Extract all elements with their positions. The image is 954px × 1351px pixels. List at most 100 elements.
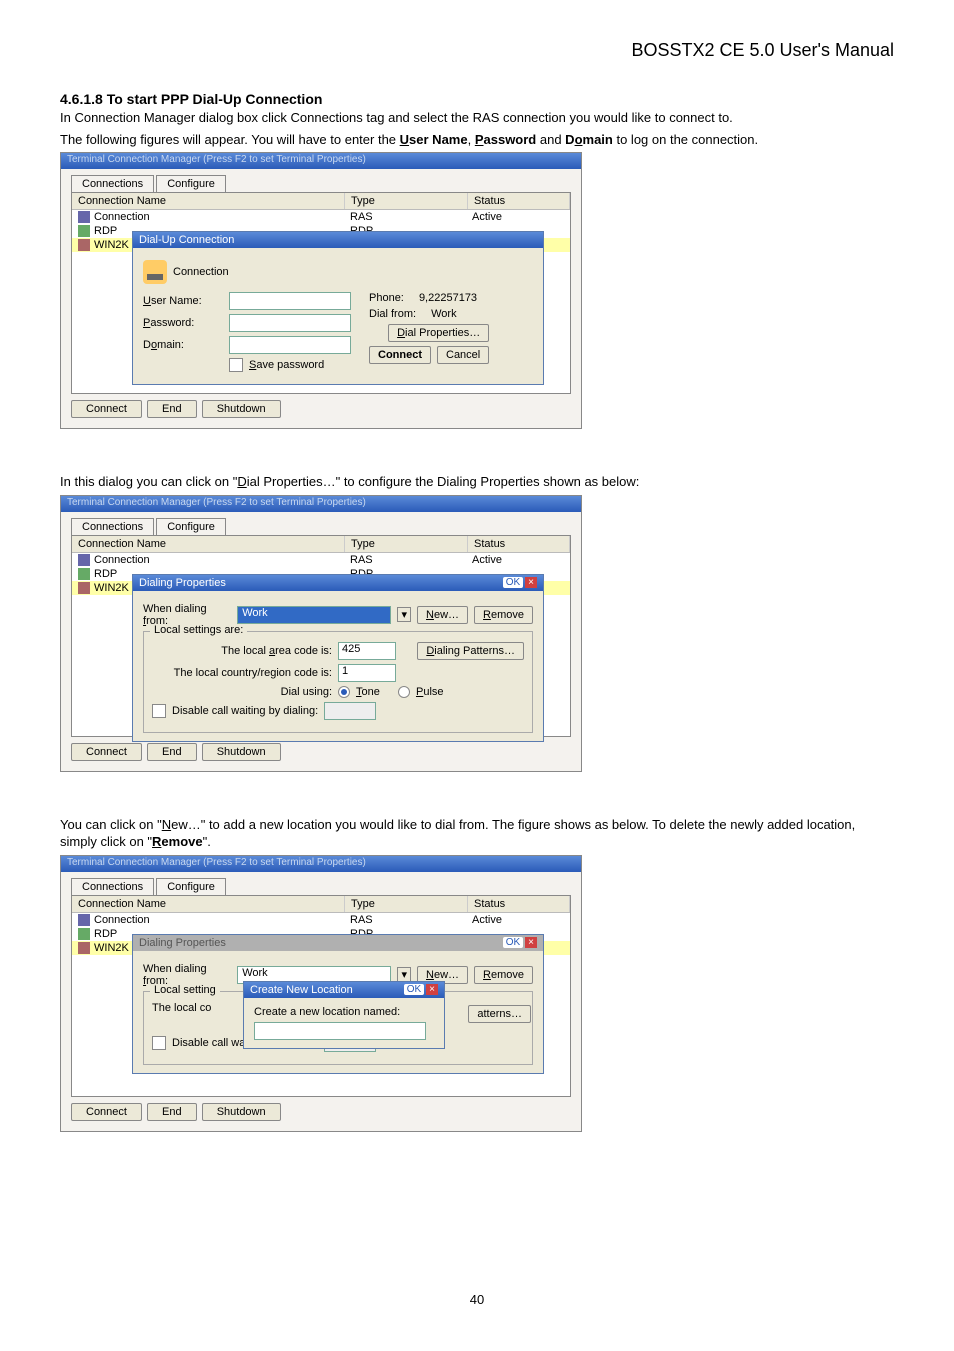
disable-cw-input[interactable] [324, 702, 376, 720]
new-button[interactable]: New… [417, 606, 468, 624]
col-status: Status [468, 896, 570, 912]
page-number: 40 [60, 1292, 894, 1307]
new-location-title: Create New Location OK× [244, 982, 444, 998]
local-settings-legend: Local setting [150, 984, 220, 996]
username-input[interactable] [229, 292, 351, 310]
connection-icon [78, 225, 90, 237]
connection-icon [78, 211, 90, 223]
ok-button[interactable]: OK [503, 937, 523, 948]
domain-label: Domain: [143, 339, 223, 351]
dialfrom-value: Work [431, 308, 456, 320]
dial-using-label: Dial using: [152, 686, 332, 698]
tab-configure[interactable]: Configure [156, 518, 226, 535]
shutdown-button[interactable]: Shutdown [202, 1103, 281, 1121]
country-label-frag: The local co [152, 1002, 222, 1014]
col-type: Type [345, 896, 468, 912]
dialing-properties-dialog: Dialing Properties OK× When dialing from… [132, 574, 544, 742]
tab-connections[interactable]: Connections [71, 518, 154, 535]
paragraph-1b: The following figures will appear. You w… [60, 131, 894, 149]
domain-input[interactable] [229, 336, 351, 354]
tab-configure[interactable]: Configure [156, 878, 226, 895]
close-icon[interactable]: × [525, 937, 537, 948]
col-status: Status [468, 536, 570, 552]
close-icon[interactable]: × [426, 984, 438, 995]
disable-cw-checkbox[interactable] [152, 1036, 166, 1050]
connection-list: Connection Name Type Status ConnectionRA… [71, 535, 571, 737]
titlebar: Terminal Connection Manager (Press F2 to… [61, 496, 581, 512]
save-password-label: Save password [249, 359, 324, 371]
section-heading: 4.6.1.8 To start PPP Dial-Up Connection [60, 91, 894, 107]
tone-radio[interactable] [338, 686, 350, 698]
tab-connections[interactable]: Connections [71, 878, 154, 895]
pulse-radio[interactable] [398, 686, 410, 698]
connection-manager-window-3: Terminal Connection Manager (Press F2 to… [60, 855, 582, 1132]
dialup-dialog: Dial-Up Connection Connection User Name:… [132, 231, 544, 385]
col-type: Type [345, 536, 468, 552]
remove-button[interactable]: Remove [474, 966, 533, 984]
cancel-button[interactable]: Cancel [437, 346, 489, 364]
connection-icon [78, 239, 90, 251]
dialing-properties-dialog: Dialing Properties OK× When dialing from… [132, 934, 544, 1074]
ok-button[interactable]: OK [503, 577, 523, 588]
shutdown-button[interactable]: Shutdown [202, 400, 281, 418]
dialing-patterns-button[interactable]: Dialing Patterns… [417, 642, 524, 660]
tone-label: Tone [356, 686, 380, 698]
end-button[interactable]: End [147, 743, 197, 761]
dialing-properties-title: Dialing Properties OK× [133, 575, 543, 591]
connection-list: Connection Name Type Status ConnectionRA… [71, 895, 571, 1097]
username-label: User Name: [143, 295, 223, 307]
dialing-properties-title: Dialing Properties OK× [133, 935, 543, 951]
page-header: BOSSTX2 CE 5.0 User's Manual [60, 40, 894, 61]
country-code-input[interactable]: 1 [338, 664, 396, 682]
list-row[interactable]: Connection RAS Active [72, 210, 570, 224]
titlebar: Terminal Connection Manager (Press F2 to… [61, 153, 581, 169]
area-code-input[interactable]: 425 [338, 642, 396, 660]
connect-button[interactable]: Connect [71, 743, 142, 761]
connect-button[interactable]: Connect [369, 346, 431, 364]
connect-button[interactable]: Connect [71, 1103, 142, 1121]
area-code-label: The local area code is: [152, 645, 332, 657]
new-location-input[interactable] [254, 1022, 426, 1040]
col-name: Connection Name [72, 536, 345, 552]
col-status: Status [468, 193, 570, 209]
end-button[interactable]: End [147, 400, 197, 418]
dropdown-icon[interactable]: ▾ [397, 607, 411, 622]
dial-properties-button[interactable]: Dial Properties… [388, 324, 489, 342]
col-type: Type [345, 193, 468, 209]
ok-button[interactable]: OK [404, 984, 424, 995]
save-password-checkbox[interactable] [229, 358, 243, 372]
connection-manager-window-1: Terminal Connection Manager (Press F2 to… [60, 152, 582, 429]
end-button[interactable]: End [147, 1103, 197, 1121]
new-location-prompt: Create a new location named: [254, 1006, 434, 1018]
pulse-label: Pulse [416, 686, 444, 698]
location-select[interactable]: Work [237, 606, 391, 624]
connection-list: Connection Name Type Status Connection R… [71, 192, 571, 394]
phone-label: Phone: [369, 292, 404, 304]
tab-connections[interactable]: Connections [71, 175, 154, 192]
shutdown-button[interactable]: Shutdown [202, 743, 281, 761]
patterns-button-frag[interactable]: atterns… [468, 1005, 531, 1023]
connection-label: Connection [173, 266, 229, 278]
col-name: Connection Name [72, 193, 345, 209]
disable-cw-label: Disable call waiting by dialing: [172, 705, 318, 717]
disable-cw-checkbox[interactable] [152, 704, 166, 718]
phone-value: 9,22257173 [419, 292, 477, 304]
connection-manager-window-2: Terminal Connection Manager (Press F2 to… [60, 495, 582, 772]
create-new-location-dialog: Create New Location OK× Create a new loc… [243, 981, 445, 1049]
tab-configure[interactable]: Configure [156, 175, 226, 192]
connect-button[interactable]: Connect [71, 400, 142, 418]
titlebar: Terminal Connection Manager (Press F2 to… [61, 856, 581, 872]
country-code-label: The local country/region code is: [152, 667, 332, 679]
connection-icon [143, 260, 167, 284]
dialup-title: Dial-Up Connection [133, 232, 543, 248]
paragraph-2: In this dialog you can click on "Dial Pr… [60, 473, 894, 491]
password-label: Password: [143, 317, 223, 329]
remove-button[interactable]: Remove [474, 606, 533, 624]
close-icon[interactable]: × [525, 577, 537, 588]
list-row[interactable]: ConnectionRASActive [72, 553, 570, 567]
list-row[interactable]: ConnectionRASActive [72, 913, 570, 927]
password-input[interactable] [229, 314, 351, 332]
col-name: Connection Name [72, 896, 345, 912]
paragraph-3: You can click on "New…" to add a new loc… [60, 816, 894, 851]
paragraph-1a: In Connection Manager dialog box click C… [60, 109, 894, 127]
